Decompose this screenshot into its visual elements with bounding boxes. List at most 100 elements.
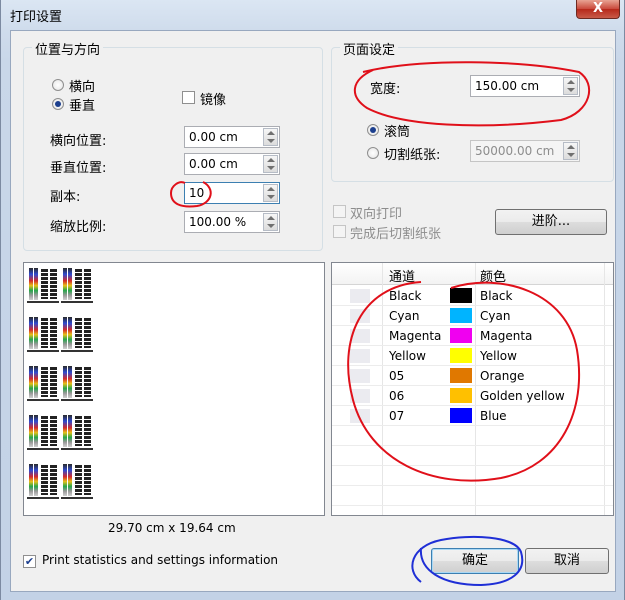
- position-orientation-group: 位置与方向 横向 垂直 镜像 横向位置: 0.00 cm 垂直位置: 0.00 …: [23, 39, 323, 251]
- mirror-label: 镜像: [200, 93, 227, 108]
- preview-page-thumbnail: [61, 267, 93, 303]
- table-row[interactable]: Yellow Yellow: [332, 346, 613, 366]
- width-stepper[interactable]: 150.00 cm: [470, 75, 580, 97]
- color-name: Orange: [480, 369, 525, 383]
- v-position-label: 垂直位置:: [50, 161, 107, 176]
- channel-name: 06: [389, 389, 405, 403]
- color-strip: [63, 268, 67, 300]
- cut-after-checkbox[interactable]: [333, 225, 346, 238]
- table-row[interactable]: 06 Golden yellow: [332, 386, 613, 406]
- page-setup-legend: 页面设定: [340, 39, 399, 58]
- roll-label: 滚筒: [384, 125, 411, 140]
- channel-name: Cyan: [389, 309, 420, 323]
- title-bar[interactable]: 打印设置 X: [1, 0, 625, 30]
- window-title: 打印设置: [10, 10, 63, 25]
- v-position-value: 0.00 cm: [189, 157, 238, 171]
- color-strip: [63, 366, 67, 398]
- preview-page-thumbnail: [61, 463, 93, 499]
- color-name: Cyan: [480, 309, 511, 323]
- color-name: Blue: [480, 409, 507, 423]
- v-position-spin-arrows[interactable]: [263, 155, 278, 173]
- gradient-block: [75, 269, 82, 299]
- gradient-block: [50, 465, 57, 495]
- row-index-cell: [350, 369, 370, 383]
- mirror-checkbox[interactable]: [182, 91, 195, 104]
- roll-radio[interactable]: [367, 124, 379, 136]
- header-color: 颜色: [480, 270, 507, 285]
- color-strip: [68, 415, 72, 447]
- gradient-block: [75, 416, 82, 446]
- advanced-button[interactable]: 进阶...: [495, 209, 607, 235]
- portrait-label: 垂直: [69, 99, 96, 114]
- color-strip: [68, 268, 72, 300]
- preview-page-thumbnail: [61, 414, 93, 450]
- cut-paper-value: 50000.00 cm: [475, 144, 555, 158]
- gradient-block: [41, 416, 48, 446]
- position-orientation-legend: 位置与方向: [32, 39, 104, 58]
- v-position-stepper[interactable]: 0.00 cm: [184, 153, 280, 175]
- table-row[interactable]: Magenta Magenta: [332, 326, 613, 346]
- bidirectional-checkbox[interactable]: [333, 205, 346, 218]
- empty-row: [332, 446, 613, 466]
- width-spin-arrows[interactable]: [563, 77, 578, 95]
- color-swatch: [450, 308, 472, 323]
- color-strip: [34, 464, 38, 496]
- page-setup-group: 页面设定 宽度: 150.00 cm 滚筒 切割纸张: 50000.00 cm: [331, 39, 614, 182]
- cut-paper-spin-arrows[interactable]: [563, 142, 578, 160]
- cut-paper-radio[interactable]: [367, 147, 379, 159]
- ok-button[interactable]: 确定: [431, 548, 519, 574]
- color-strip: [63, 464, 67, 496]
- preview-page-thumbnail: [27, 267, 59, 303]
- empty-row: [332, 426, 613, 446]
- copies-stepper[interactable]: 10: [184, 182, 280, 204]
- gradient-block: [50, 318, 57, 348]
- print-stats-checkbox[interactable]: ✔: [23, 555, 36, 568]
- scale-stepper[interactable]: 100.00 %: [184, 211, 280, 233]
- landscape-label: 横向: [69, 80, 96, 95]
- gradient-block: [50, 367, 57, 397]
- table-row[interactable]: Black Black: [332, 286, 613, 306]
- landscape-radio[interactable]: [52, 79, 64, 91]
- color-strip: [29, 268, 33, 300]
- gradient-block: [84, 416, 91, 446]
- cut-paper-stepper[interactable]: 50000.00 cm: [470, 140, 580, 162]
- preview-page-thumbnail: [61, 316, 93, 352]
- row-index-cell: [350, 289, 370, 303]
- print-preview: [23, 262, 325, 516]
- gradient-block: [50, 416, 57, 446]
- close-button[interactable]: X: [576, 0, 620, 19]
- table-header: 通道 颜色: [332, 263, 613, 285]
- table-row[interactable]: 05 Orange: [332, 366, 613, 386]
- color-swatch: [450, 408, 472, 423]
- preview-page-thumbnail: [27, 316, 59, 352]
- channel-name: 05: [389, 369, 405, 383]
- cancel-button[interactable]: 取消: [525, 548, 609, 574]
- color-swatch: [450, 348, 472, 363]
- color-strip: [68, 366, 72, 398]
- preview-page-thumbnail: [27, 414, 59, 450]
- gradient-block: [84, 318, 91, 348]
- table-row[interactable]: 07 Blue: [332, 406, 613, 426]
- copies-spin-arrows[interactable]: [263, 184, 278, 202]
- table-row[interactable]: Cyan Cyan: [332, 306, 613, 326]
- print-stats-label: Print statistics and settings informatio…: [42, 553, 279, 567]
- gradient-block: [84, 465, 91, 495]
- color-strip: [29, 464, 33, 496]
- color-strip: [63, 415, 67, 447]
- gradient-block: [50, 269, 57, 299]
- gradient-block: [41, 367, 48, 397]
- gradient-block: [84, 269, 91, 299]
- scale-spin-arrows[interactable]: [263, 213, 278, 231]
- h-position-spin-arrows[interactable]: [263, 128, 278, 146]
- color-strip: [34, 268, 38, 300]
- channel-name: 07: [389, 409, 405, 423]
- scale-value: 100.00 %: [189, 215, 247, 229]
- width-label: 宽度:: [370, 82, 401, 97]
- preview-page-thumbnail: [27, 463, 59, 499]
- color-strip: [34, 366, 38, 398]
- portrait-radio[interactable]: [52, 98, 64, 110]
- h-position-stepper[interactable]: 0.00 cm: [184, 126, 280, 148]
- channel-name: Magenta: [389, 329, 442, 343]
- color-swatch: [450, 368, 472, 383]
- bidirectional-label: 双向打印: [350, 207, 403, 222]
